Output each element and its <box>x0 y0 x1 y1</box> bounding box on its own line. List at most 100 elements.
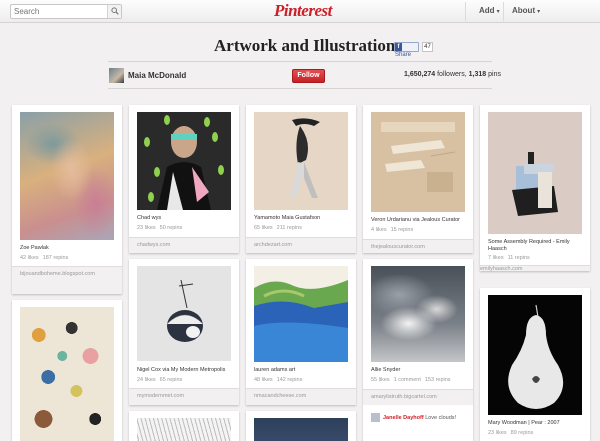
pin-likes: 4 likes <box>371 227 387 233</box>
pin-image[interactable] <box>137 418 231 441</box>
pin-image[interactable] <box>371 266 465 362</box>
pin-source-link[interactable]: thejealouscurator.com <box>363 239 473 253</box>
pin-image[interactable] <box>20 307 114 441</box>
pin-caption: Allie Snyder <box>371 367 401 373</box>
pin-repins: 65 repins <box>159 377 183 383</box>
pin-likes: 42 likes <box>20 255 39 261</box>
pin-card[interactable]: Chad wys 23 likes 50 repins chadwys.com <box>129 105 239 253</box>
pin-source-link[interactable]: emilyhaasch.com <box>480 265 590 272</box>
facebook-share-count: 47 <box>422 42 433 52</box>
pin-stats: 42 likes 187 repins <box>20 255 72 261</box>
pin-caption: Some Assembly Required - Emily Haasch <box>488 239 570 252</box>
pin-repins: 11 repins <box>507 255 530 261</box>
pin-image[interactable] <box>488 295 582 415</box>
avatar[interactable] <box>109 68 124 83</box>
pin-card[interactable]: Zoe Pawlak 42 likes 187 repins bijouandbo… <box>12 105 122 294</box>
pin-comment: Janelle Dayhoff Love clouds! <box>371 413 456 422</box>
pin-stats: 7 likes 11 repins <box>488 255 534 261</box>
pin-caption: Mary Woodman | Pear : 2007 <box>488 420 560 426</box>
pin-image[interactable] <box>254 418 348 441</box>
pin-source-link[interactable]: mymodernmet.com <box>129 388 239 405</box>
pin-card[interactable]: Nigel Cox via My Modern Metropolis 24 li… <box>129 259 239 405</box>
pin-card[interactable] <box>129 411 239 441</box>
pin-source-link[interactable]: chadwys.com <box>129 237 239 253</box>
pin-repins: 50 repins <box>159 225 183 231</box>
pin-source-link[interactable]: amarylistruth.bigcartel.com <box>363 389 473 405</box>
nav-about-menu[interactable]: About ▾ <box>512 6 540 15</box>
nav-divider <box>503 2 504 21</box>
pin-image[interactable] <box>20 112 114 240</box>
pin-stats: 23 likes 50 repins <box>137 225 186 231</box>
pin-source-link[interactable]: bijouandboheme.blogspot.com <box>12 266 122 294</box>
pin-stats: 4 likes 15 repins <box>371 227 417 233</box>
pin-repins: 142 repins <box>276 377 303 383</box>
search-button[interactable] <box>107 5 121 18</box>
pin-caption: Yamamoto Maia Gustafson <box>254 215 321 221</box>
pin-caption: Nigel Cox via My Modern Metropolis <box>137 367 226 373</box>
follow-button[interactable]: Follow <box>292 69 325 83</box>
pin-source-link[interactable]: nmacandcheese.com <box>246 388 356 405</box>
pin-source-link[interactable]: archdezart.com <box>246 237 356 253</box>
pin-card[interactable]: Yamamoto Maia Gustafson 65 likes 211 repi… <box>246 105 356 253</box>
pin-card[interactable] <box>246 411 356 441</box>
facebook-share-button[interactable]: fShare <box>394 42 419 58</box>
nav-add-label: Add <box>479 6 495 15</box>
pin-image[interactable] <box>137 112 231 210</box>
pin-caption: Chad wys <box>137 215 162 221</box>
pin-image[interactable] <box>137 266 231 361</box>
top-bar: Pinterest Add▾ About▾ <box>0 0 600 23</box>
pinterest-logo[interactable]: Pinterest <box>274 1 332 21</box>
pin-caption: Zoe Pawlak <box>20 245 49 251</box>
pin-stats: 24 likes 65 repins <box>137 377 186 383</box>
pin-caption: lauren adams art <box>254 367 296 373</box>
nav-add-menu[interactable]: Add ▾ <box>479 6 500 15</box>
pin-comments: 1 comment <box>393 377 421 383</box>
pin-card[interactable]: Veron Urdarianu via Jealous Curator 4 li… <box>363 105 473 253</box>
followers-label: followers, <box>437 71 467 78</box>
nav-divider <box>465 2 466 21</box>
pin-image[interactable] <box>488 112 582 234</box>
pin-card[interactable]: lauren adams art 48 likes 142 repins nmac… <box>246 259 356 405</box>
nav-about-label: About <box>512 6 536 15</box>
pin-caption: Veron Urdarianu via Jealous Curator <box>371 217 460 223</box>
pin-image[interactable] <box>254 266 348 362</box>
pin-stats: 55 likes 1 comment 153 repins <box>371 377 455 383</box>
pin-stats: 48 likes 142 repins <box>254 377 306 383</box>
divider <box>108 88 492 89</box>
pin-repins: 89 repins <box>510 430 534 436</box>
pins-label: pins <box>488 71 501 78</box>
divider <box>108 61 492 62</box>
pin-repins: 15 repins <box>390 227 414 233</box>
search-box <box>10 4 122 19</box>
search-input[interactable] <box>11 5 107 18</box>
pin-likes: 24 likes <box>137 377 156 383</box>
pin-card[interactable]: Allie Snyder 55 likes 1 comment 153 repins… <box>363 259 473 441</box>
commenter-name[interactable]: Janelle Dayhoff <box>383 415 424 421</box>
pin-stats: 23 likes 89 repins <box>488 430 537 436</box>
board-title: Artwork and Illustrations <box>214 36 402 55</box>
pin-likes: 23 likes <box>488 430 507 436</box>
pin-likes: 7 likes <box>488 255 504 261</box>
facebook-icon: f <box>395 43 402 51</box>
pin-repins: 187 repins <box>42 255 69 261</box>
chevron-down-icon: ▾ <box>537 9 541 15</box>
pin-card[interactable]: Some Assembly Required - Emily Haasch 7 … <box>480 105 590 272</box>
pin-repins: 211 repins <box>276 225 302 231</box>
pin-image[interactable] <box>371 112 465 212</box>
chevron-down-icon: ▾ <box>496 9 500 15</box>
user-name-link[interactable]: Maia McDonald <box>128 71 186 80</box>
followers-count: 1,650,274 <box>404 71 436 78</box>
pin-likes: 65 likes <box>254 225 273 231</box>
pin-card[interactable]: Mary Woodman | Pear : 2007 23 likes 89 re… <box>480 288 590 441</box>
pin-likes: 55 likes <box>371 377 390 383</box>
board-stats: 1,650,274 followers, 1,318 pins <box>404 71 501 78</box>
pin-likes: 23 likes <box>137 225 156 231</box>
pin-image[interactable] <box>254 112 348 210</box>
comment-text: Love clouds! <box>425 414 457 421</box>
pin-card[interactable] <box>12 300 122 441</box>
pin-stats: 65 likes 211 repins <box>254 225 306 231</box>
pin-likes: 48 likes <box>254 377 273 383</box>
facebook-share-label: Share <box>395 52 412 58</box>
search-icon <box>111 7 119 15</box>
commenter-avatar[interactable] <box>371 413 380 422</box>
